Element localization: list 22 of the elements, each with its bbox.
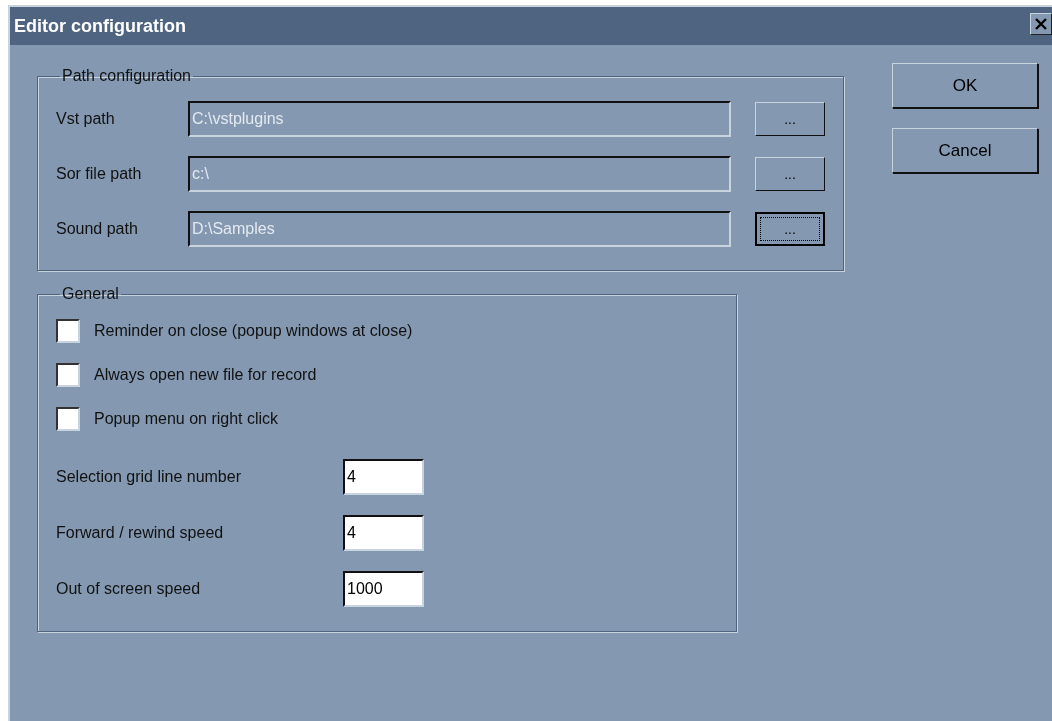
field-label: Selection grid line number: [56, 468, 242, 486]
close-button[interactable]: [1030, 13, 1052, 35]
window-title: Editor configuration: [14, 15, 186, 37]
path-label: Vst path: [56, 109, 116, 128]
number-field[interactable]: 4: [343, 515, 424, 551]
checkbox-label: Reminder on close (popup windows at close): [94, 322, 413, 340]
checkbox[interactable]: [56, 319, 80, 343]
checkbox-label: Popup menu on right click: [94, 410, 279, 428]
dialog-button[interactable]: OK: [892, 63, 1038, 108]
field-label: Out of screen speed: [56, 580, 202, 598]
group-title: General: [61, 285, 120, 303]
checkbox-label: Always open new file for record: [94, 366, 317, 384]
group-title: Path configuration: [61, 67, 192, 85]
path-label: Sound path: [56, 219, 139, 238]
number-field[interactable]: 1000: [343, 571, 424, 607]
checkbox[interactable]: [56, 363, 80, 387]
number-field[interactable]: 4: [343, 459, 424, 495]
dialog-button[interactable]: Cancel: [892, 128, 1038, 173]
field-label: Forward / rewind speed: [56, 524, 225, 542]
path-label: Sor file path: [56, 164, 143, 183]
close-icon: [1034, 18, 1048, 30]
checkbox[interactable]: [56, 407, 80, 431]
